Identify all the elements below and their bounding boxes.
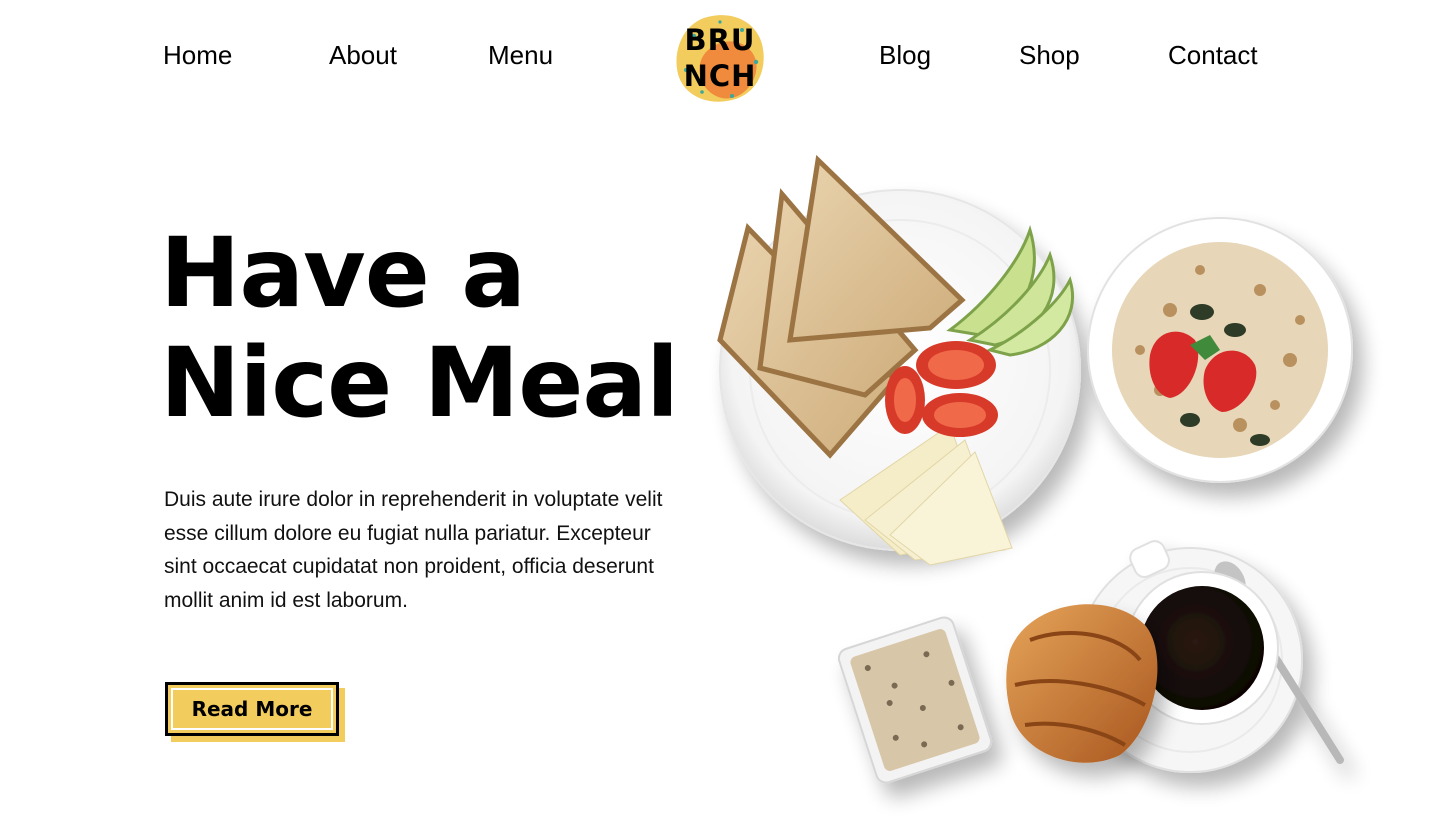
top-navigation: Home About Menu BRU NCH Blog Shop Contac… [0, 0, 1441, 110]
croissant [1006, 604, 1158, 763]
hero-title-line1: Have a [160, 217, 526, 329]
seeds-dish [837, 616, 993, 784]
nav-link-contact[interactable]: Contact [1168, 40, 1258, 71]
muesli-bowl [1087, 217, 1353, 483]
hero-title-line2: Nice Meal [160, 327, 679, 439]
nav-link-blog[interactable]: Blog [879, 40, 931, 71]
read-more-button[interactable]: Read More [165, 682, 339, 736]
nav-link-about[interactable]: About [329, 40, 397, 71]
logo-text-line1: BRU [684, 23, 756, 57]
hero-title: Have a Nice Meal [160, 217, 679, 439]
brunch-logo[interactable]: BRU NCH [672, 12, 768, 104]
hero-description: Duis aute irure dolor in reprehenderit i… [164, 488, 663, 612]
breakfast-spread-image [717, 154, 1353, 784]
read-more-label: Read More [191, 697, 313, 721]
logo-text-line2: NCH [683, 59, 757, 93]
nav-link-home[interactable]: Home [163, 40, 232, 71]
nav-link-menu[interactable]: Menu [488, 40, 553, 71]
read-more-button-wrap: Read More [165, 682, 345, 742]
nav-link-shop[interactable]: Shop [1019, 40, 1080, 71]
